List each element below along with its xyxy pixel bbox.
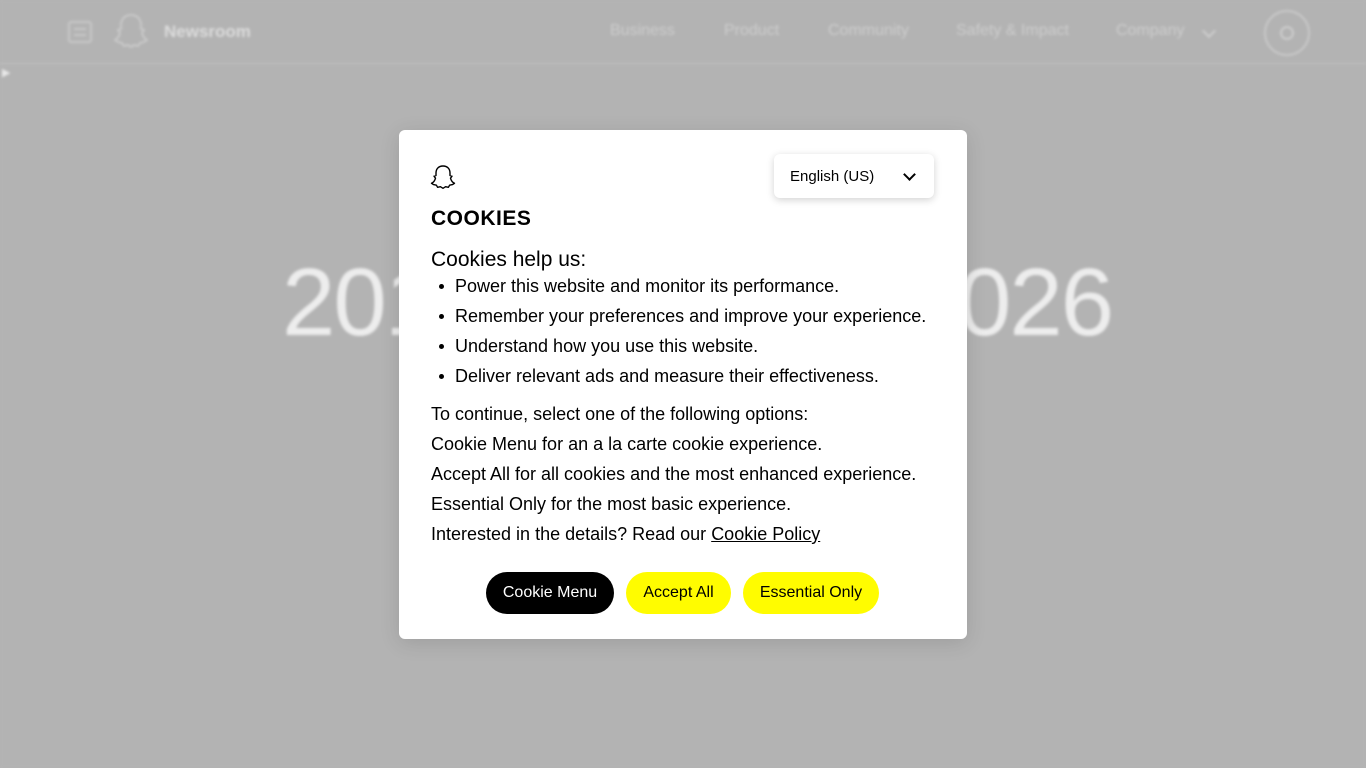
language-select[interactable]: English (US) <box>774 154 934 198</box>
nav-product[interactable]: Product <box>724 22 779 40</box>
list-item: Remember your preferences and improve yo… <box>431 305 951 335</box>
language-select-value: English (US) <box>790 167 875 185</box>
dialog-subtitle: Cookies help us: <box>431 248 587 271</box>
accept-all-description: Accept All for all cookies and the most … <box>431 464 917 484</box>
chevron-down-icon <box>903 168 916 181</box>
nav-company[interactable]: Company <box>1116 22 1184 40</box>
list-item: Understand how you use this website. <box>431 335 951 365</box>
list-item: Power this website and monitor its perfo… <box>431 275 951 305</box>
list-item: Deliver relevant ads and measure their e… <box>431 365 951 395</box>
arrow-icon: ▶ <box>2 67 11 79</box>
search-icon[interactable] <box>1264 10 1310 56</box>
cookie-consent-dialog: English (US) COOKIES Cookies help us: Po… <box>399 130 967 639</box>
cookie-purpose-list: Power this website and monitor its perfo… <box>431 275 951 395</box>
essential-only-description: Essential Only for the most basic experi… <box>431 494 792 514</box>
cookie-menu-button[interactable]: Cookie Menu <box>486 572 614 614</box>
hero-year-right: 026 <box>958 249 1114 356</box>
dialog-title: COOKIES <box>431 207 532 230</box>
brand-name[interactable]: Newsroom <box>164 22 251 42</box>
accept-all-button[interactable]: Accept All <box>626 572 731 614</box>
details-prefix: Interested in the details? Read our <box>431 524 712 544</box>
snapchat-ghost-icon <box>430 165 456 189</box>
menu-icon[interactable] <box>68 21 92 43</box>
snapchat-ghost-logo-icon[interactable] <box>114 12 148 50</box>
nav-community[interactable]: Community <box>828 22 909 40</box>
details-text: Interested in the details? Read our Cook… <box>431 524 820 545</box>
cookie-policy-link[interactable]: Cookie Policy <box>711 524 820 544</box>
site-header: Newsroom Business Product Community Safe… <box>0 0 1366 64</box>
nav-safety-impact[interactable]: Safety & Impact <box>956 22 1069 40</box>
chevron-down-icon <box>1201 23 1217 39</box>
cookie-menu-description: Cookie Menu for an a la carte cookie exp… <box>431 434 823 454</box>
instructions-text: To continue, select one of the following… <box>431 404 809 424</box>
nav-business[interactable]: Business <box>610 22 675 40</box>
essential-only-button[interactable]: Essential Only <box>743 572 879 614</box>
